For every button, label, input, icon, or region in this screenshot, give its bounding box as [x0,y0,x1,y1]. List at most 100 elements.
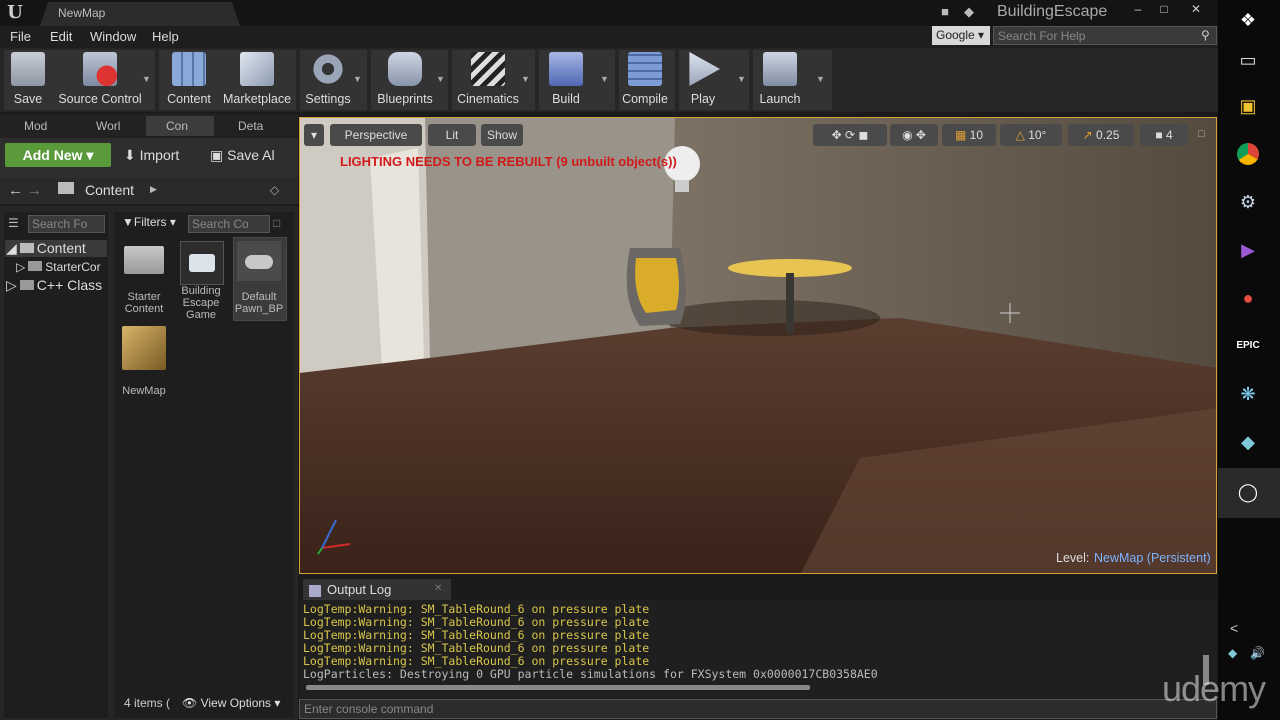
app-icon-2[interactable]: ◆ [1232,426,1264,458]
show-hidden-icons[interactable]: < [1230,620,1238,636]
notification-icon[interactable]: ■ [937,4,953,20]
scale-snap-toggle[interactable]: ↗ 0.25 [1068,124,1134,146]
menu-window[interactable]: Window [90,29,136,44]
tab-modes[interactable]: Mod [4,116,72,136]
tab-content-browser[interactable]: Con [146,116,214,136]
log-line: LogTemp:Warning: SM_TableRound_6 on pres… [303,615,650,629]
save-search-icon[interactable]: □ [273,216,280,230]
play-dropdown-icon[interactable]: ▼ [737,74,746,84]
view-options-button[interactable]: 👁 View Options ▾ [182,696,280,710]
asset-search-input[interactable]: Search Co [188,215,270,233]
tab-details-label: Deta [238,119,264,133]
unreal-engine-icon[interactable]: ◯ [1232,476,1264,508]
add-new-button[interactable]: Add New ▾ [5,143,111,167]
lock-icon[interactable]: ◇ [270,183,279,197]
build-dropdown-icon[interactable]: ▼ [600,74,609,84]
play-button[interactable]: Play [684,52,722,106]
menu-help[interactable]: Help [152,29,179,44]
tree-item-cpp-classes[interactable]: ▷ C++ Class [6,277,102,294]
close-button[interactable]: ✕ [1182,0,1210,18]
launch-dropdown-icon[interactable]: ▼ [816,74,825,84]
search-engine-dropdown[interactable]: Google ▾ [932,26,990,45]
app-icon[interactable]: ❋ [1232,378,1264,410]
horizontal-scrollbar[interactable] [306,685,810,690]
folder-search-input[interactable]: Search Fo [28,215,105,233]
add-new-label: Add New [22,147,83,163]
launch-button[interactable]: Launch [758,52,802,106]
blueprints-label: Blueprints [377,92,433,106]
maximize-button[interactable]: □ [1150,0,1178,18]
compile-label: Compile [622,92,668,106]
chrome-icon[interactable] [1232,138,1264,170]
cinematics-icon [471,52,505,86]
sources-toggle-icon[interactable]: ☰ [8,216,19,230]
volume-icon[interactable]: 🔊 [1250,646,1265,660]
search-engine-label: Google [936,28,975,42]
marketplace-icon [240,52,274,86]
search-icon[interactable]: ⚲ [1201,28,1210,42]
tree-item-content[interactable]: ◢ Content [6,240,86,257]
file-explorer-icon[interactable]: ▣ [1232,90,1264,122]
task-view-icon[interactable]: ▭ [1232,44,1264,76]
viewport-options-button[interactable]: ▾ [304,124,324,146]
starter-content-folder-icon[interactable] [124,246,164,274]
forward-arrow-icon[interactable]: → [27,182,42,199]
source-control-dropdown-icon[interactable]: ▼ [142,74,151,84]
tab-world-outliner[interactable]: Worl [76,116,142,136]
game-mode-thumbnail[interactable] [180,241,224,285]
lighting-warning: LIGHTING NEEDS TO BE REBUILT (9 unbuilt … [340,154,677,169]
tab-details[interactable]: Deta [218,116,294,136]
compile-button[interactable]: Compile [622,52,668,106]
blueprints-dropdown-icon[interactable]: ▼ [436,74,445,84]
close-tab-icon[interactable]: ✕ [434,583,442,594]
settings-dropdown-icon[interactable]: ▼ [353,74,362,84]
settings-button[interactable]: Settings [304,52,352,106]
coordinate-tools[interactable]: ◉ ✥ [890,124,938,146]
save-all-button[interactable]: ▣ Save Al [210,147,275,164]
steam-icon[interactable]: ⚙ [1232,186,1264,218]
asset-label-map: NewMap [122,385,166,397]
cinematics-button[interactable]: Cinematics [456,52,520,106]
source-status-icon[interactable]: ◆ [961,4,977,20]
blueprints-icon [388,52,422,86]
camera-speed-button[interactable]: ■ 4 [1140,124,1188,146]
grid-snap-toggle[interactable]: ▦ 10 [942,124,996,146]
visual-studio-icon[interactable]: ▶ [1232,234,1264,266]
level-viewport[interactable] [299,117,1217,574]
breadcrumb-content[interactable]: Content [85,182,134,198]
output-log-tab-label: Output Log [327,582,392,597]
blueprints-button[interactable]: Blueprints [376,52,434,106]
show-button[interactable]: Show [481,124,523,146]
console-input[interactable]: Enter console command [299,699,1217,719]
menu-file[interactable]: File [10,29,31,44]
map-asset-icon[interactable] [122,326,166,370]
breadcrumb-arrow-icon[interactable]: ▶ [150,184,157,195]
cinematics-dropdown-icon[interactable]: ▼ [521,74,530,84]
help-search-input[interactable]: Search For Help [993,26,1217,45]
epic-games-icon[interactable]: EPIC [1232,330,1264,362]
build-button[interactable]: Build [546,52,586,106]
windows-start-icon[interactable]: ❖ [1232,4,1264,36]
lit-button[interactable]: Lit [428,124,476,146]
tree-item-starter-content[interactable]: ▷ StarterCor [16,260,101,274]
maximize-viewport-icon[interactable]: □ [1198,128,1205,140]
source-control-button[interactable]: Source Control [58,52,142,106]
rotation-snap-toggle[interactable]: △ 10° [1000,124,1062,146]
filters-button[interactable]: ▼Filters ▾ [122,215,176,229]
transform-tools[interactable]: ✥ ⟳ ◼ [813,124,887,146]
tray-app-icon[interactable]: ◆ [1228,646,1237,660]
content-button[interactable]: Content [166,52,212,106]
output-log-tab[interactable]: Output Log [303,579,451,600]
asset-search-placeholder: Search Co [192,217,249,231]
paint-icon[interactable]: ● [1232,282,1264,314]
menu-edit[interactable]: Edit [50,29,72,44]
map-tab[interactable]: NewMap [40,2,240,26]
marketplace-button[interactable]: Marketplace [222,52,292,106]
import-button[interactable]: ⬇ Import [124,147,179,164]
tree-folder-icon [19,280,34,290]
back-arrow-icon[interactable]: ← [8,182,23,199]
chrome-logo [1237,143,1259,165]
minimize-button[interactable]: – [1124,0,1152,18]
perspective-button[interactable]: Perspective [330,124,422,146]
save-button[interactable]: Save [8,52,48,106]
